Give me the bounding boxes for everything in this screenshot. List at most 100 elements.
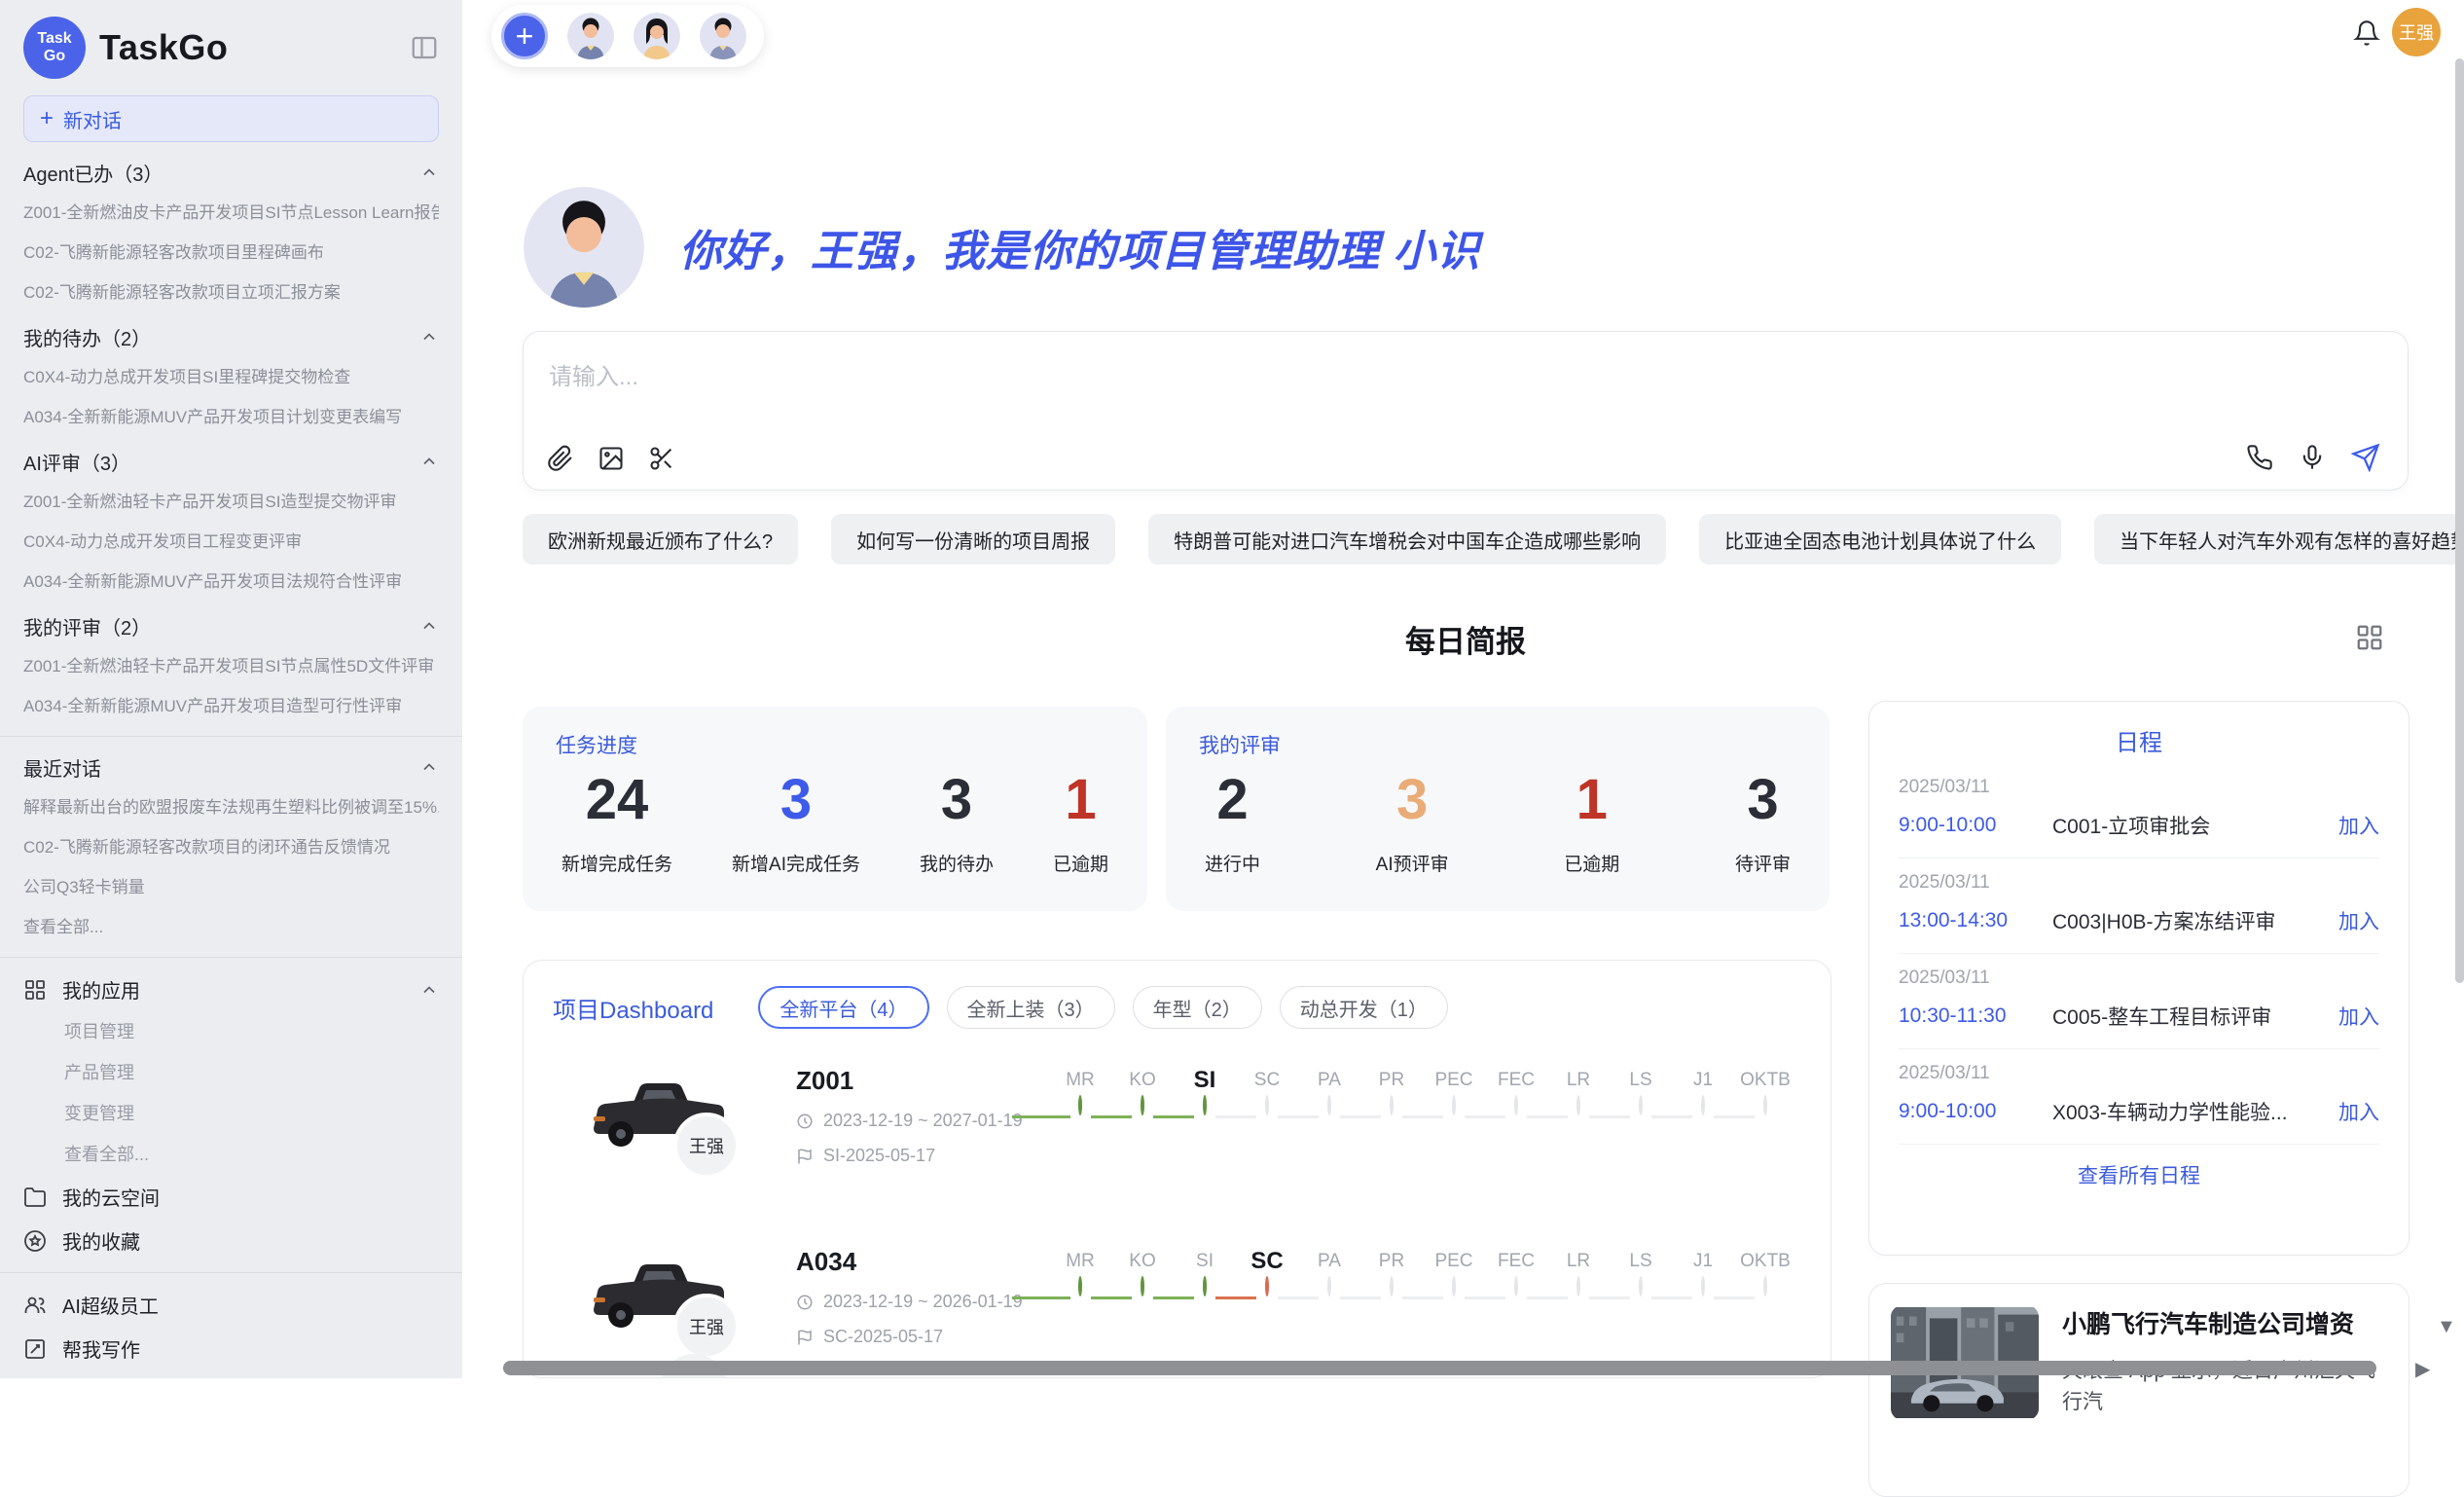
tab-model-year[interactable]: 年型（2） [1133, 986, 1262, 1029]
image-icon[interactable] [598, 445, 625, 472]
task-item[interactable]: Z001-全新燃油轻卡产品开发项目SI节点属性5D文件评审 [23, 646, 439, 686]
chevron-up-icon[interactable] [419, 616, 439, 636]
phone-icon[interactable] [2246, 444, 2273, 471]
milestone-dot [1514, 1276, 1518, 1296]
milestone-current-overdue: SC [1236, 1245, 1298, 1378]
chevron-up-icon[interactable] [419, 163, 439, 182]
input-left-tools [547, 445, 675, 472]
project-row[interactable]: 王强 Z001 2023-12-19 ~ 2027-01-19 SI-2025-… [553, 1062, 1801, 1210]
chevron-up-icon[interactable] [419, 327, 439, 347]
suggestion-chip[interactable]: 特朗普可能对进口汽车增税会对中国车企造成哪些影响 [1148, 514, 1666, 565]
view-all-chats[interactable]: 查看全部... [23, 907, 439, 947]
send-icon[interactable] [2351, 443, 2380, 472]
task-item[interactable]: A034-全新新能源MUV产品开发项目造型可行性评审 [23, 686, 439, 726]
milestone: KO [1111, 1064, 1174, 1210]
section-my-review[interactable]: 我的评审（2） [23, 605, 439, 646]
chevron-up-icon[interactable] [419, 980, 439, 1000]
milestone-dot [1763, 1276, 1767, 1296]
stat-in-progress: 2 进行中 [1205, 759, 1260, 888]
project-owner-avatar: 王强 [673, 1294, 740, 1360]
section-recent-chats[interactable]: 最近对话 [23, 747, 439, 787]
vertical-scrollbar-thumb[interactable] [2455, 58, 2464, 983]
project-row[interactable]: 王强 A034 2023-12-19 ~ 2026-01-19 SC-2025-… [553, 1243, 1801, 1378]
task-item[interactable]: A034-全新新能源MUV产品开发项目法规符合性评审 [23, 562, 439, 602]
dates-text: 2023-12-19 ~ 2026-01-19 [823, 1292, 1023, 1312]
sidebar-collapse-icon[interactable] [410, 33, 439, 62]
app-item-product-mgmt[interactable]: 产品管理 [23, 1052, 439, 1093]
scroll-right-arrow[interactable]: ▶ [2415, 1357, 2430, 1381]
section-agent-done[interactable]: Agent已办（3） [23, 152, 439, 193]
stat-new-done: 24 新增完成任务 [562, 759, 672, 888]
milestone-dot [1078, 1276, 1082, 1296]
join-link[interactable]: 加入 [2338, 1097, 2379, 1126]
recent-chat-item[interactable]: 公司Q3轻卡销量 [23, 867, 439, 907]
sidebar-item-ai-employee[interactable]: AI超级员工 [23, 1283, 439, 1327]
view-all-schedule-link[interactable]: 查看所有日程 [1899, 1160, 2379, 1189]
tab-new-platform[interactable]: 全新平台（4） [758, 986, 928, 1029]
cloud-space-label: 我的云空间 [62, 1183, 160, 1211]
agent-avatar-2[interactable] [634, 13, 680, 59]
agent-avatar-3[interactable] [700, 13, 746, 59]
tab-new-body[interactable]: 全新上装（3） [947, 986, 1115, 1029]
sidebar-item-favorites[interactable]: 我的收藏 [23, 1219, 439, 1262]
project-flag: SI-2025-05-17 [796, 1146, 1049, 1166]
join-link[interactable]: 加入 [2338, 906, 2379, 935]
task-item[interactable]: Z001-全新燃油皮卡产品开发项目SI节点Lesson Learn报告 [23, 193, 439, 233]
milestone: PEC [1423, 1064, 1485, 1210]
scroll-down-arrow[interactable]: ▼ [2437, 1316, 2456, 1338]
task-item[interactable]: A034-全新新能源MUV产品开发项目计划变更表编写 [23, 397, 439, 437]
layout-grid-icon[interactable] [2355, 623, 2384, 652]
milestone-track: MR KO SI SC PA PR PEC FEC LR LS J1 OKTB [1049, 1062, 1796, 1210]
chat-input-placeholder[interactable]: 请输入... [549, 357, 638, 391]
join-link[interactable]: 加入 [2338, 811, 2379, 840]
add-session-button[interactable]: + [501, 13, 548, 59]
news-card[interactable]: 小鹏飞行汽车制造公司增资 天眼查 App 显示，近日广州汇天飞行汽 [1868, 1283, 2410, 1497]
section-my-todo[interactable]: 我的待办（2） [23, 316, 439, 357]
chat-input-card[interactable]: 请输入... [523, 331, 2409, 491]
milestone-dot [1763, 1095, 1767, 1115]
horizontal-scrollbar-thumb[interactable] [503, 1361, 2376, 1375]
agent-avatar-1[interactable] [567, 13, 614, 59]
view-all-apps[interactable]: 查看全部... [23, 1134, 439, 1175]
milestone-dot [1203, 1095, 1207, 1115]
suggestion-chip[interactable]: 欧洲新规最近颁布了什么? [523, 514, 798, 565]
milestone-dot [1639, 1095, 1643, 1115]
task-item[interactable]: C0X4-动力总成开发项目工程变更评审 [23, 522, 439, 562]
project-image-wrap: 王强 [553, 1062, 796, 1210]
stat-label: 新增AI完成任务 [732, 850, 860, 876]
suggestion-chip[interactable]: 如何写一份清晰的项目周报 [831, 514, 1115, 565]
recent-chat-item[interactable]: C02-飞腾新能源轻客改款项目的闭环通告反馈情况 [23, 827, 439, 867]
sidebar-item-creative-draw[interactable]: 创意制图 [23, 1370, 439, 1378]
news-content: 小鹏飞行汽车制造公司增资 天眼查 App 显示，近日广州汇天飞行汽 [2062, 1305, 2387, 1475]
recent-chat-item[interactable]: 解释最新出台的欧盟报废车法规再生塑料比例被调至15%... [23, 787, 439, 827]
chevron-up-icon[interactable] [419, 452, 439, 471]
app-item-change-mgmt[interactable]: 变更管理 [23, 1093, 439, 1134]
sidebar-item-my-apps[interactable]: 我的应用 [23, 968, 439, 1011]
milestone-dot [1452, 1276, 1456, 1296]
milestone: KO [1111, 1245, 1174, 1378]
sidebar-item-write-helper[interactable]: 帮我写作 [23, 1327, 439, 1370]
scissors-icon[interactable] [648, 445, 675, 472]
chevron-up-icon[interactable] [419, 757, 439, 777]
task-item[interactable]: C02-飞腾新能源轻客改款项目里程碑画布 [23, 233, 439, 273]
user-avatar[interactable]: 王强 [2392, 8, 2441, 56]
suggestion-chip[interactable]: 比亚迪全固态电池计划具体说了什么 [1699, 514, 2061, 565]
task-item[interactable]: C0X4-动力总成开发项目SI里程碑提交物检查 [23, 357, 439, 397]
milestone: MR [1049, 1064, 1111, 1210]
notification-bell-icon[interactable] [2353, 19, 2380, 47]
attachment-icon[interactable] [547, 445, 574, 472]
microphone-icon[interactable] [2299, 444, 2326, 471]
task-item[interactable]: C02-飞腾新能源轻客改款项目立项汇报方案 [23, 273, 439, 312]
task-item[interactable]: Z001-全新燃油轻卡产品开发项目SI造型提交物评审 [23, 482, 439, 522]
suggestion-chip[interactable]: 当下年轻人对汽车外观有怎样的喜好趋势 [2094, 514, 2464, 565]
milestone-dot [1327, 1276, 1331, 1296]
sidebar-item-cloud-space[interactable]: 我的云空间 [23, 1175, 439, 1219]
event-name: X003-车辆动力学性能验... [2052, 1097, 2338, 1126]
app-item-project-mgmt[interactable]: 项目管理 [23, 1011, 439, 1052]
new-chat-button[interactable]: + 新对话 [23, 95, 439, 142]
section-ai-review[interactable]: AI评审（3） [23, 441, 439, 482]
project-info: A034 2023-12-19 ~ 2026-01-19 SC-2025-05-… [796, 1243, 1049, 1378]
join-link[interactable]: 加入 [2338, 1002, 2379, 1031]
tab-powertrain[interactable]: 动总开发（1） [1280, 986, 1448, 1029]
event-date: 2025/03/11 [1899, 1063, 2379, 1084]
